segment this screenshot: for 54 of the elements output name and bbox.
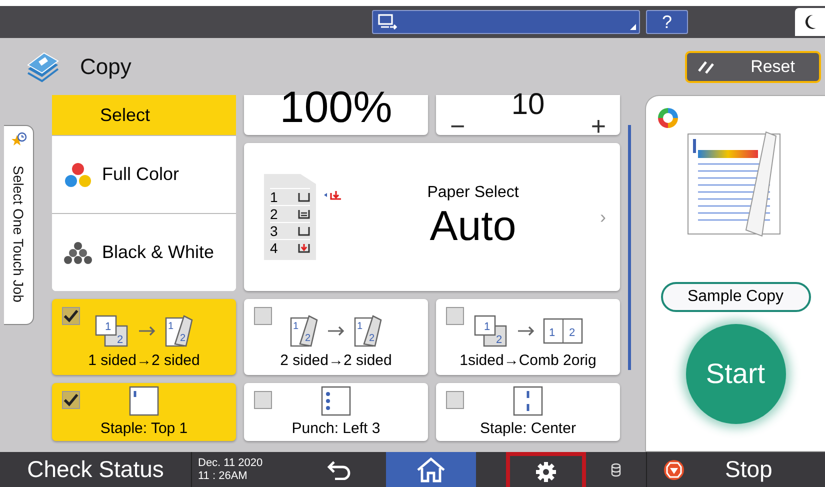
six-dots-icon <box>64 240 92 264</box>
checkbox[interactable] <box>446 391 464 409</box>
duplex-option[interactable]: 1 2 1 2 1sided→Comb 2orig <box>436 299 620 375</box>
checkbox[interactable] <box>62 391 80 409</box>
slash-icon <box>697 58 717 74</box>
date-text: Dec. 11 2020 <box>198 456 264 470</box>
copy-quantity: 10 <box>511 91 545 119</box>
start-button[interactable]: Start <box>686 324 786 424</box>
settings-button[interactable] <box>506 452 586 487</box>
moon-icon <box>803 14 817 30</box>
stop-icon <box>663 458 685 480</box>
right-arrow-icon <box>138 326 156 336</box>
cylinder-icon <box>611 462 621 476</box>
checkbox[interactable] <box>62 307 80 325</box>
back-arrow-icon <box>326 460 352 480</box>
screen-title: Copy <box>80 54 132 80</box>
right-arrow-icon <box>327 326 345 336</box>
reset-button[interactable]: Reset <box>685 50 821 82</box>
duplex-option[interactable]: 1 2 1 2 2 sided→2 sided <box>244 299 428 375</box>
checkbox[interactable] <box>446 307 464 325</box>
color-mode-option[interactable]: Select <box>52 95 236 135</box>
chevron-text: › <box>600 206 606 228</box>
duplex-option[interactable]: 1 2 1 2 1 sided→2 sided <box>52 299 236 375</box>
color-mode-option[interactable]: Black & White <box>52 213 236 291</box>
dropdown-corner-icon <box>630 24 636 30</box>
staple-page-icon <box>129 386 159 416</box>
finishing-option[interactable]: Staple: Top 1 <box>52 383 236 441</box>
combined-page-icon: 1 2 <box>543 318 583 344</box>
staple-page-icon <box>513 386 543 416</box>
right-arrow-icon <box>517 326 535 336</box>
stop-button[interactable]: Stop <box>646 452 825 487</box>
home-button[interactable] <box>386 452 476 487</box>
time-text: 11 : 26AM <box>198 470 248 482</box>
decrement-button[interactable]: − <box>448 119 468 133</box>
star-clock-icon <box>10 132 26 148</box>
settings-icon <box>535 460 557 482</box>
finishing-option[interactable]: Punch: Left 3 <box>244 383 428 441</box>
paper-tray-drawing: 1 2 3 4 <box>264 174 316 260</box>
checkbox[interactable] <box>254 307 272 325</box>
checkbox[interactable] <box>254 391 272 409</box>
increment-button[interactable]: + <box>588 119 608 133</box>
side-tab[interactable]: Select One Touch Job <box>4 125 34 325</box>
sample-copy-button[interactable]: Sample Copy <box>660 282 810 312</box>
finishing-option[interactable]: Staple: Center <box>436 383 620 441</box>
punch-page-icon <box>321 386 351 416</box>
three-dots-icon <box>64 162 92 188</box>
check-status-button[interactable]: Check Status <box>0 452 192 487</box>
paper-select-button[interactable]: 1 2 3 4 Paper Select Auto › <box>244 143 620 291</box>
sleep-button[interactable] <box>795 8 825 36</box>
home-icon <box>416 456 446 482</box>
screen-icon <box>377 13 399 31</box>
help-button[interactable]: ? <box>646 10 688 34</box>
scroll-bar[interactable] <box>628 125 631 370</box>
input-field[interactable] <box>372 10 640 34</box>
